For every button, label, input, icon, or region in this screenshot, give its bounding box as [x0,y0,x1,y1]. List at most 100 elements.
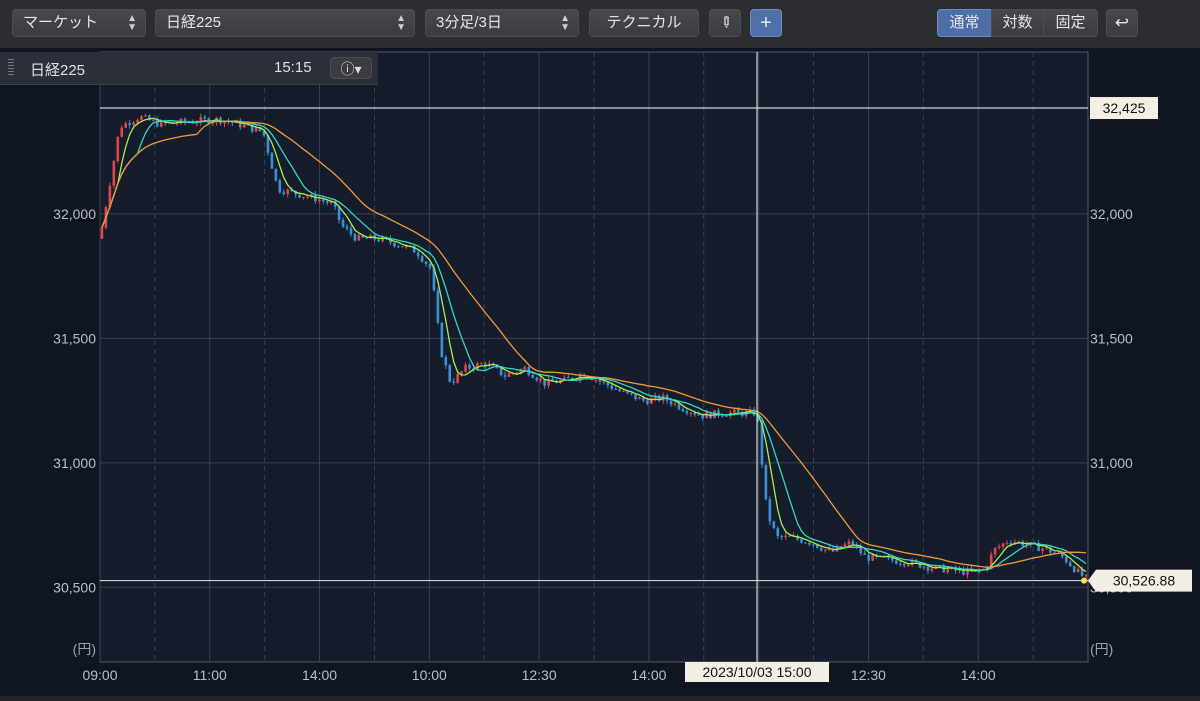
candle-body [242,124,246,128]
y-tick-label-left: 32,000 [53,206,96,222]
symbol-legend[interactable]: 日経225 15:15 ⓘ▾ [0,52,378,85]
period-select[interactable]: 3分足/3日 ▲ ▼ [425,9,579,37]
candle-body [298,194,301,198]
candle-body [808,542,811,545]
candle-body [634,394,637,400]
candle-body [997,546,1001,548]
candle-body [321,199,325,202]
select-arrows-icon: ▲ ▼ [396,13,406,33]
candle-body [630,392,633,395]
candle-body [124,123,127,128]
scale-normal-button[interactable]: 通常 [937,9,992,37]
candle-body [673,403,677,405]
candle-body [420,256,424,262]
price-chart[interactable]: 30,50030,50031,00031,00031,50031,50032,0… [0,48,1200,696]
candle-body [993,547,997,555]
candle-body [598,379,602,382]
technical-button[interactable]: テクニカル [589,9,699,37]
candle-body [499,367,503,376]
candle-body [203,117,207,119]
select-arrows-icon: ▲ ▼ [560,13,570,33]
symbol-select-label: 日経225 [166,14,222,31]
y-tick-label-right: 32,000 [1090,206,1133,222]
candle-body [140,116,143,121]
candle-body [452,381,456,383]
candle-body [863,553,867,555]
crosshair-button[interactable]: + [750,9,782,37]
candle-body [847,541,851,545]
candle-body [1045,547,1048,549]
unit-label-right: (円) [1090,641,1113,657]
candle-body [306,196,309,198]
x-tick-label: 12:30 [522,667,557,683]
candle-body [523,367,527,370]
candle-body [353,234,357,241]
chart-area[interactable]: 30,50030,50031,00031,00031,50031,50032,0… [0,48,1200,696]
crosshair-date-label: 2023/10/03 15:00 [703,664,812,680]
last-price-marker [1081,577,1087,584]
candle-body [669,400,673,405]
period-select-label: 3分足/3日 [436,14,502,31]
candle-body [282,192,286,195]
candle-body [136,120,139,123]
info-icon: ⓘ▾ [340,61,362,77]
candle-body [610,385,614,389]
candle-body [902,563,906,566]
candle-body [685,411,689,414]
scale-log-button[interactable]: 対数 [991,9,1044,37]
candle-body [788,535,791,537]
candle-body [697,414,701,416]
candle-body [1009,542,1013,544]
candle-body [689,412,693,414]
y-tick-label-right: 31,500 [1090,330,1133,346]
x-tick-label: 14:00 [961,667,996,683]
candle-body [503,375,507,377]
symbol-select[interactable]: 日経225 ▲ ▼ [155,9,415,37]
candle-body [650,398,653,404]
candle-body [120,127,124,137]
last-price-label: 30,526.88 [1113,573,1175,589]
candle-body [468,364,471,369]
candle-body [1072,566,1076,572]
candle-body [302,196,305,198]
candle-body [930,568,934,571]
market-select[interactable]: マーケット ▲ ▼ [12,9,146,37]
draw-tool-button[interactable]: ✎ [709,9,741,37]
candle-body [772,521,776,529]
candle-body [325,201,329,203]
candle-body [1064,556,1068,563]
candle-body [614,388,618,390]
drag-handle-icon[interactable] [8,59,14,77]
candle-body [128,123,131,126]
candle-body [646,400,649,404]
info-dropdown-button[interactable]: ⓘ▾ [330,57,372,79]
candle-body [539,378,542,381]
candle-body [144,115,147,117]
scale-fixed-button[interactable]: 固定 [1043,9,1098,37]
candle-body [416,252,420,257]
candle-body [424,261,428,264]
y-tick-label-left: 30,500 [53,579,96,595]
candle-body [480,363,483,365]
candle-body [436,290,440,323]
candle-body [401,246,404,248]
candle-body [681,409,685,412]
candle-body [800,539,803,543]
candle-body [1041,548,1044,552]
candle-body [100,227,104,239]
candle-body [132,122,135,126]
candle-body [152,119,155,121]
candle-body [274,168,278,181]
candle-body [736,409,740,412]
y-tick-label-left: 31,500 [53,330,96,346]
x-tick-label: 11:00 [193,667,227,683]
candle-body [1076,568,1080,572]
scale-log-label: 対数 [1002,14,1033,31]
candle-body [922,566,926,568]
x-tick-label: 09:00 [82,667,117,683]
candle-body [535,377,538,381]
candle-body [764,464,768,500]
candle-body [349,228,353,235]
reset-button[interactable]: ↩ [1106,9,1138,37]
candle-body [780,535,784,538]
